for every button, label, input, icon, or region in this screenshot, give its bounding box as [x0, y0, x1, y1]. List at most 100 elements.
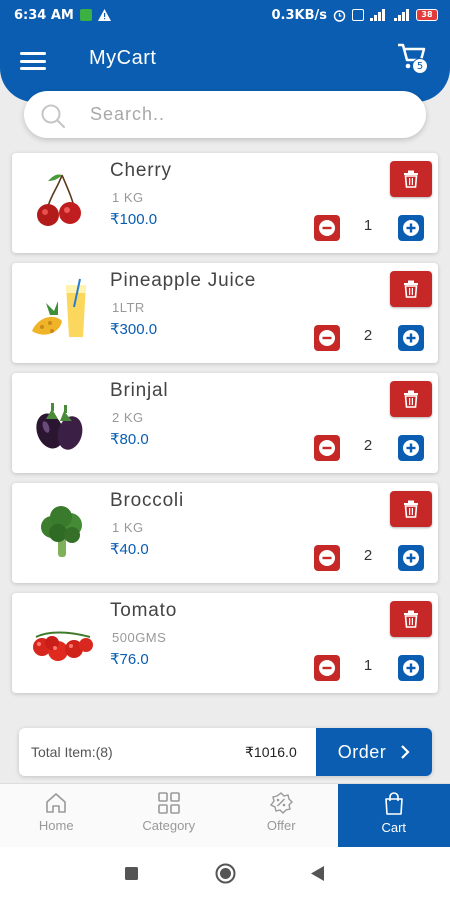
decrease-quantity-button[interactable]	[314, 545, 340, 571]
item-count: 2	[363, 437, 373, 454]
product-quantity: 2 KG	[112, 410, 144, 425]
product-quantity: 1LTR	[112, 300, 145, 315]
trash-icon	[404, 500, 418, 518]
product-image	[28, 497, 96, 565]
nav-label: Cart	[381, 820, 407, 835]
delete-button[interactable]	[390, 271, 432, 307]
item-count: 1	[363, 657, 373, 674]
item-count: 1	[363, 217, 373, 234]
nav-label: Offer	[266, 818, 296, 833]
increase-quantity-button[interactable]	[398, 215, 424, 241]
order-summary-bar: Total Item:(8) ₹1016.0 Order	[19, 728, 432, 776]
plus-icon	[403, 220, 419, 236]
product-name: Brinjal	[110, 380, 169, 401]
cart-item-broccoli: Broccoli 1 KG ₹40.0 2	[12, 483, 438, 583]
cart-item-brinjal: Brinjal 2 KG ₹80.0 2	[12, 373, 438, 473]
minus-icon	[319, 330, 335, 346]
product-quantity: 500GMS	[112, 630, 167, 645]
cart-count-badge: 5	[412, 58, 428, 74]
nav-item-offer[interactable]: Offer	[225, 784, 338, 848]
product-image	[28, 607, 96, 675]
system-navigation-bar	[0, 847, 450, 900]
product-name: Pineapple Juice	[110, 270, 257, 291]
product-image	[28, 277, 96, 345]
back-icon[interactable]	[311, 866, 324, 881]
cart-item-tomato: Tomato 500GMS ₹76.0 1	[12, 593, 438, 693]
page-title: MyCart	[89, 47, 157, 69]
discount-tag-icon	[270, 792, 294, 814]
product-name: Tomato	[110, 600, 178, 621]
product-price: ₹40.0	[110, 541, 149, 558]
decrease-quantity-button[interactable]	[314, 655, 340, 681]
product-quantity: 1 KG	[112, 190, 144, 205]
minus-icon	[319, 220, 335, 236]
home-circle-icon[interactable]	[215, 863, 236, 884]
item-count: 2	[363, 327, 373, 344]
delete-button[interactable]	[390, 601, 432, 637]
product-price: ₹100.0	[110, 211, 158, 228]
product-quantity: 1 KG	[112, 520, 144, 535]
search-icon	[41, 104, 66, 129]
search-input[interactable]	[90, 99, 410, 129]
order-button-label: Order	[337, 741, 387, 762]
plus-icon	[403, 550, 419, 566]
product-price: ₹76.0	[110, 651, 149, 668]
shopping-bag-icon	[384, 792, 403, 815]
increase-quantity-button[interactable]	[398, 545, 424, 571]
app-header: 6:34 AM 0.3KB/s 38 MyCart 5	[0, 0, 450, 102]
trash-icon	[404, 390, 418, 408]
product-price: ₹80.0	[110, 431, 149, 448]
battery-icon: 38	[416, 9, 438, 21]
plus-icon	[403, 330, 419, 346]
cart-item-cherry: Cherry 1 KG ₹100.0 1	[12, 153, 438, 253]
plus-icon	[403, 660, 419, 676]
product-price: ₹300.0	[110, 321, 158, 338]
app-bar: MyCart 5	[0, 40, 450, 80]
item-count: 2	[363, 547, 373, 564]
delete-button[interactable]	[390, 491, 432, 527]
chevron-right-icon	[401, 745, 410, 759]
decrease-quantity-button[interactable]	[314, 435, 340, 461]
network-speed: 0.3KB/s	[271, 7, 328, 23]
delete-button[interactable]	[390, 381, 432, 417]
cart-header-button[interactable]: 5	[396, 42, 432, 78]
product-name: Broccoli	[110, 490, 184, 511]
minus-icon	[319, 440, 335, 456]
decrease-quantity-button[interactable]	[314, 215, 340, 241]
status-time: 6:34 AM	[14, 7, 74, 23]
total-items: Total Item:(8)	[31, 744, 113, 760]
home-icon	[46, 793, 67, 813]
search-bar[interactable]	[24, 91, 426, 138]
order-button[interactable]: Order	[316, 728, 432, 776]
volte-icon	[352, 9, 364, 21]
trash-icon	[404, 170, 418, 188]
minus-icon	[319, 660, 335, 676]
grid-icon	[157, 792, 180, 814]
menu-icon[interactable]	[20, 50, 46, 72]
cart-item-pineapple-juice: Pineapple Juice 1LTR ₹300.0 2	[12, 263, 438, 363]
status-bar: 6:34 AM 0.3KB/s 38	[0, 0, 450, 30]
alarm-icon	[333, 9, 346, 22]
nav-label: Category	[142, 818, 196, 833]
recents-icon[interactable]	[125, 867, 138, 880]
signal-icon-2	[394, 9, 409, 21]
nav-item-category[interactable]: Category	[113, 784, 226, 848]
product-image	[28, 167, 96, 235]
notification-icon	[79, 9, 92, 21]
nav-item-home[interactable]: Home	[0, 784, 113, 848]
nav-item-cart[interactable]: Cart	[337, 784, 450, 848]
product-image	[28, 387, 96, 455]
delete-button[interactable]	[390, 161, 432, 197]
total-amount: ₹1016.0	[245, 744, 297, 760]
increase-quantity-button[interactable]	[398, 435, 424, 461]
increase-quantity-button[interactable]	[398, 655, 424, 681]
trash-icon	[404, 280, 418, 298]
plus-icon	[403, 440, 419, 456]
trash-icon	[404, 610, 418, 628]
minus-icon	[319, 550, 335, 566]
warning-icon	[97, 9, 111, 21]
decrease-quantity-button[interactable]	[314, 325, 340, 351]
increase-quantity-button[interactable]	[398, 325, 424, 351]
product-name: Cherry	[110, 160, 172, 181]
bottom-navigation: Home Category Offer Cart	[0, 783, 450, 848]
